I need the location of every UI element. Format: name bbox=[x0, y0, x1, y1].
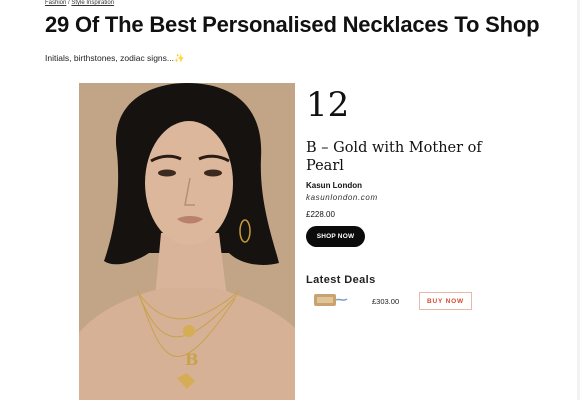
page-subtitle: Initials, birthstones, zodiac signs...✨ bbox=[45, 53, 185, 63]
deal-price: £303.00 bbox=[372, 297, 400, 306]
breadcrumb: Fashion / Style Inspiration bbox=[45, 0, 114, 6]
product-site-link[interactable]: kasunlondon.com bbox=[306, 193, 378, 202]
product-brand: Kasun London bbox=[306, 181, 362, 190]
model-wearing-necklace-image: B bbox=[79, 83, 295, 400]
latest-deals-heading: Latest Deals bbox=[306, 274, 376, 286]
product-name: B – Gold with Mother of Pearl bbox=[306, 140, 482, 174]
shop-now-button[interactable]: SHOP NOW bbox=[306, 226, 365, 247]
buy-now-button[interactable]: BUY NOW bbox=[419, 292, 472, 310]
breadcrumb-style-inspiration-link[interactable]: Style Inspiration bbox=[71, 0, 114, 6]
product-price: £228.00 bbox=[306, 210, 335, 219]
product-photo[interactable]: B bbox=[79, 83, 295, 400]
product-number: 12 bbox=[306, 85, 350, 125]
breadcrumb-fashion-link[interactable]: Fashion bbox=[45, 0, 66, 6]
breadcrumb-separator: / bbox=[68, 0, 70, 6]
svg-text:B: B bbox=[185, 350, 199, 369]
deal-product-thumbnail[interactable] bbox=[310, 290, 350, 312]
deal-image bbox=[314, 294, 348, 306]
page-title: 29 Of The Best Personalised Necklaces To… bbox=[45, 12, 540, 37]
